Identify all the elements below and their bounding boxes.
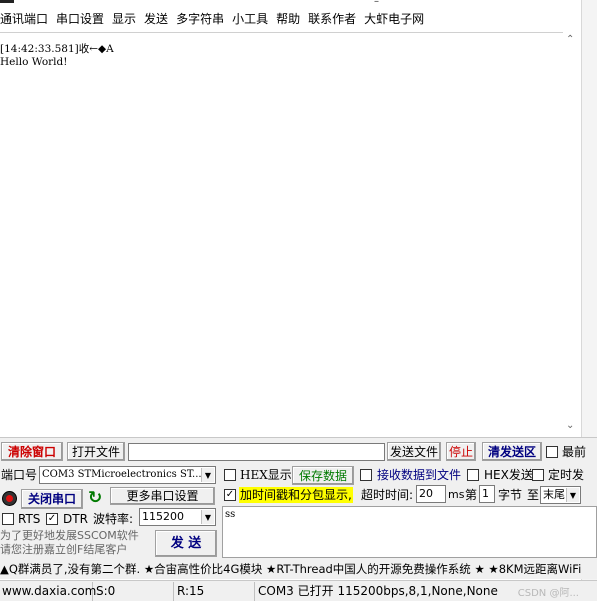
- scroll-down-icon[interactable]: ⌄: [566, 420, 574, 431]
- baud-label: 波特率:: [93, 512, 134, 526]
- timestamp-checkbox[interactable]: ✓: [224, 489, 236, 501]
- status-bar: www.daxia.com S:0 R:15 COM3 已打开 115200bp…: [0, 580, 597, 601]
- menu-display[interactable]: 显示: [110, 10, 142, 27]
- save-data-button[interactable]: 保存数据: [292, 466, 354, 485]
- clear-send-button[interactable]: 清发送区: [482, 442, 542, 461]
- scroll-up-icon[interactable]: ⌃: [566, 34, 574, 45]
- clear-window-button[interactable]: 清除窗口: [1, 442, 63, 461]
- receive-line: Hello World!: [0, 56, 68, 68]
- menu-contact[interactable]: 联系作者: [306, 10, 362, 27]
- hex-display-checkbox[interactable]: [224, 469, 236, 481]
- menu-bar: 通讯端口 串口设置 显示 发送 多字符串 小工具 帮助 联系作者 大虾电子网: [0, 8, 597, 28]
- timestamp-label: 加时间戳和分包显示,: [239, 487, 353, 503]
- menu-port[interactable]: 通讯端口: [0, 10, 54, 27]
- end-select[interactable]: 末尾 ▼: [540, 486, 581, 504]
- send-input-area[interactable]: ss: [222, 506, 597, 558]
- hex-send-checkbox[interactable]: [467, 469, 479, 481]
- dtr-label: DTR: [63, 512, 88, 526]
- topmost-checkbox[interactable]: [546, 446, 558, 458]
- timeout-label: 超时时间:: [361, 488, 414, 502]
- menu-send[interactable]: 发送: [142, 10, 174, 27]
- baud-select-value: 115200: [142, 510, 184, 523]
- status-led-icon: [2, 491, 17, 506]
- news-ticker[interactable]: ▲Q群满员了,没有第二个群. ★合宙高性价比4G模块 ★RT-Thread中国人…: [0, 561, 597, 578]
- nth-label: 第: [465, 488, 478, 502]
- dtr-checkbox[interactable]: ✓: [46, 513, 58, 525]
- more-settings-button[interactable]: 更多串口设置: [110, 487, 215, 505]
- promo-line-2: 请您注册嘉立创F结尾客户: [0, 543, 128, 556]
- topmost-label: 最前: [562, 445, 587, 459]
- chevron-down-icon[interactable]: ▼: [201, 468, 214, 482]
- file-path-input[interactable]: [128, 443, 385, 461]
- timed-send-label: 定时发: [548, 468, 585, 482]
- baud-select[interactable]: 115200 ▼: [139, 508, 216, 526]
- end-select-value: 末尾: [543, 488, 565, 501]
- chevron-down-icon[interactable]: ▼: [566, 488, 579, 502]
- byte-label: 字节: [498, 488, 523, 502]
- send-button[interactable]: 发 送: [155, 530, 217, 557]
- stop-button[interactable]: 停止: [446, 442, 476, 461]
- minimize-icon[interactable]: –: [374, 0, 379, 7]
- port-label: 端口号: [1, 468, 38, 482]
- menu-tools[interactable]: 小工具: [230, 10, 274, 27]
- to-label: 至: [527, 488, 540, 502]
- menu-website[interactable]: 大虾电子网: [362, 10, 430, 27]
- receive-text: [14:42:33.581]收←◆A Hello World!: [0, 43, 114, 69]
- recv-to-file-checkbox[interactable]: [360, 469, 372, 481]
- hex-send-label: HEX发送: [484, 468, 533, 482]
- status-sent-count: S:0: [94, 582, 174, 601]
- menu-multi-string[interactable]: 多字符串: [174, 10, 230, 27]
- chevron-down-icon[interactable]: ▼: [201, 510, 214, 524]
- send-text: ss: [225, 509, 236, 520]
- port-select-value: COM3 STMicroelectronics ST...: [42, 469, 202, 480]
- close-port-button[interactable]: 关闭串口: [21, 489, 83, 509]
- menu-serial-settings[interactable]: 串口设置: [54, 10, 110, 27]
- menu-help[interactable]: 帮助: [274, 10, 306, 27]
- recv-to-file-label: 接收数据到文件: [377, 468, 462, 482]
- timed-send-checkbox[interactable]: [532, 469, 544, 481]
- rts-label: RTS: [18, 512, 41, 526]
- send-file-button[interactable]: 发送文件: [387, 442, 441, 461]
- timeout-input[interactable]: 20: [416, 485, 446, 503]
- app-icon: [0, 0, 14, 3]
- title-bar: –: [0, 0, 597, 7]
- receive-area[interactable]: [14:42:33.581]收←◆A Hello World!: [0, 32, 581, 437]
- status-received-count: R:15: [175, 582, 255, 601]
- open-file-button[interactable]: 打开文件: [67, 442, 125, 461]
- nth-input[interactable]: 1: [479, 485, 495, 503]
- watermark: CSDN @阿...: [517, 588, 579, 599]
- refresh-icon[interactable]: ↻: [88, 488, 102, 508]
- hex-display-label: HEX显示: [240, 468, 292, 482]
- receive-scrollbar[interactable]: ⌃ ⌄: [563, 32, 581, 437]
- promo-line-1: 为了更好地发展SSCOM软件: [0, 529, 139, 542]
- receive-line: [14:42:33.581]收←◆A: [0, 43, 114, 55]
- status-website[interactable]: www.daxia.com: [0, 582, 96, 601]
- port-select[interactable]: COM3 STMicroelectronics ST... ▼: [39, 466, 216, 484]
- rts-checkbox[interactable]: [2, 513, 14, 525]
- ms-label: ms: [448, 488, 465, 501]
